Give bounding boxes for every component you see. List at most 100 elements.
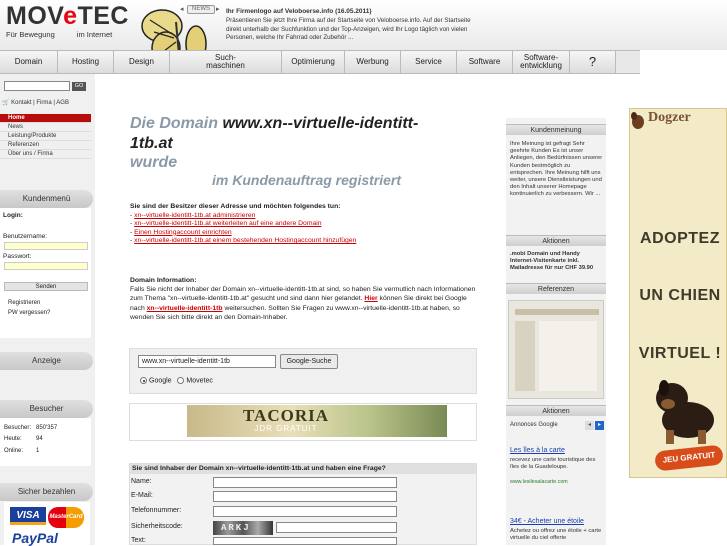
- owner-heading: Sie sind der Besitzer dieser Adresse und…: [130, 203, 341, 210]
- google-search-button[interactable]: Google-Suche: [280, 354, 338, 369]
- logo-text-right: TEC: [77, 2, 129, 30]
- captcha-label: Sicherheitscode:: [131, 523, 183, 530]
- sidebar-menu: Home News Leistung/Produkte Referenzen Ü…: [0, 114, 91, 159]
- top-links[interactable]: Kontakt | Firma | AGB: [11, 100, 69, 106]
- hier-link[interactable]: Hier: [364, 295, 377, 302]
- radio-google-label: Google: [149, 377, 172, 385]
- aktionen-heading: Aktionen: [506, 235, 606, 246]
- online-value: 1: [36, 448, 40, 454]
- dogzer-line3: VIRTUEL !: [638, 345, 722, 362]
- kundenmeinung-heading: Kundenmeinung: [506, 124, 606, 135]
- go-button[interactable]: GO: [72, 82, 86, 91]
- domain-search-link[interactable]: xn--virtuelle-identitt-1tb: [147, 305, 223, 312]
- nav-werbung[interactable]: Werbung: [345, 51, 401, 73]
- owner-link-hosting[interactable]: Einen Hostingaccount einrichten: [134, 229, 231, 236]
- password-label: Passwort:: [3, 253, 32, 260]
- online-label: Online:: [4, 448, 24, 454]
- ad1-text: recevez une carte touristique des îles d…: [510, 457, 596, 471]
- page-title: Die Domain www.xn--virtuelle-identitt-1t…: [130, 114, 460, 188]
- sidebar-item-ueber-uns[interactable]: Über uns / Firma: [0, 150, 91, 159]
- logo-subtitle-right: im Internet: [76, 30, 113, 39]
- nav-service[interactable]: Service: [401, 51, 457, 73]
- logo[interactable]: MOVeTEC Für Bewegung im Internet: [6, 4, 134, 44]
- sidebar-item-home[interactable]: Home: [0, 114, 91, 123]
- title-suffix: wurde: [130, 154, 178, 171]
- phone-label: Telefonnummer:: [131, 507, 182, 514]
- owner-link-weiterleiten[interactable]: xn--virtuelle-identitt-1tb.at weiterleit…: [134, 220, 321, 227]
- aktionen2-heading: Aktionen: [506, 405, 606, 416]
- besucher-label: Besucher:: [4, 425, 32, 431]
- dogzer-title: Dogzer: [648, 110, 691, 125]
- news-prev-arrow[interactable]: ◂: [180, 5, 184, 13]
- puppy-image: [656, 380, 714, 444]
- ad1-url[interactable]: www.lesilesalacarte.com: [510, 479, 568, 485]
- message-field[interactable]: [213, 537, 397, 545]
- heute-value: 94: [36, 436, 43, 442]
- login-box: [0, 208, 91, 338]
- password-field[interactable]: [4, 262, 88, 270]
- username-label: Benutzername:: [3, 233, 48, 240]
- phone-field[interactable]: [213, 506, 397, 517]
- nav-software[interactable]: Software: [457, 51, 513, 73]
- radio-google[interactable]: [140, 377, 147, 384]
- aktionen-text[interactable]: .mobi Domain und Handy Internet-Visitenk…: [510, 251, 604, 273]
- sidebar-item-news[interactable]: News: [0, 123, 91, 132]
- login-submit-button[interactable]: Senden: [4, 282, 88, 291]
- name-label: Name:: [131, 478, 152, 485]
- search-engine-radios: Google Movetec: [140, 377, 213, 384]
- dog-icon: [631, 112, 644, 129]
- login-label: Login:: [3, 212, 23, 219]
- sidebar-item-leistung[interactable]: Leistung/Produkte: [0, 132, 91, 141]
- main-nav: Domain Hosting Design Such- maschinen Op…: [0, 50, 640, 74]
- ad2-text: Achetez ou offrez une étoile + carte vir…: [510, 528, 602, 542]
- info-heading: Domain Information:: [130, 277, 197, 284]
- dogzer-line1: ADOPTEZ: [640, 230, 720, 247]
- ad-nav-buttons: ◂ ▸: [584, 421, 604, 430]
- ad1-title[interactable]: Les îles à la carte: [510, 447, 565, 454]
- ad-prev-button[interactable]: ◂: [585, 421, 594, 430]
- radio-movetec-label: Movetec: [186, 377, 213, 385]
- name-field[interactable]: [213, 477, 397, 488]
- cart-icon[interactable]: 🛒: [2, 100, 9, 106]
- kundenmenu-heading: Kundenmenü: [0, 190, 93, 208]
- ad-next-button[interactable]: ▸: [595, 421, 604, 430]
- sidebar-item-referenzen[interactable]: Referenzen: [0, 141, 91, 150]
- radio-movetec[interactable]: [177, 377, 185, 384]
- nav-domain[interactable]: Domain: [0, 51, 58, 73]
- captcha-field[interactable]: [276, 522, 397, 533]
- nav-help[interactable]: ?: [570, 51, 616, 73]
- heute-label: Heute:: [4, 436, 22, 442]
- logo-subtitle-left: Für Bewegung: [6, 30, 55, 39]
- forgot-password-link[interactable]: PW vergessen?: [8, 310, 50, 316]
- dogzer-line2: UN CHIEN: [639, 287, 721, 304]
- kundenmeinung-text[interactable]: Ihre Meinung ist gefragt Sehr geehrte Ku…: [510, 141, 604, 199]
- nav-optimierung[interactable]: Optimierung: [282, 51, 345, 73]
- payment-logos: VISA MasterCard PayPal: [4, 502, 90, 546]
- site-search-input[interactable]: [4, 81, 70, 91]
- text-label: Text:: [131, 537, 146, 544]
- news-next-arrow[interactable]: ▸: [216, 5, 220, 13]
- news-tab[interactable]: NEWS: [187, 5, 215, 14]
- google-search-input[interactable]: www.xn--virtuelle-identitt-1tb: [138, 355, 276, 368]
- username-field[interactable]: [4, 242, 88, 250]
- visa-logo: VISA: [10, 507, 46, 525]
- logo-text-e: e: [63, 2, 78, 30]
- owner-link-hinzufuegen[interactable]: xn--virtuelle-identitt-1tb.at einem best…: [134, 237, 356, 244]
- anzeige-heading: Anzeige: [0, 352, 93, 370]
- logo-text-left: MOV: [6, 2, 64, 30]
- nav-softwareentwicklung[interactable]: Software- entwicklung: [513, 51, 570, 73]
- register-link[interactable]: Registrieren: [8, 300, 40, 306]
- owner-link-administrieren[interactable]: xn--virtuelle-identitt-1tb.at administri…: [134, 212, 255, 219]
- email-field[interactable]: [213, 491, 397, 502]
- ad2-title[interactable]: 34€ - Acheter une étoile: [510, 518, 584, 525]
- besucher-value: 850'357: [36, 425, 58, 431]
- news-text: Präsentieren Sie jetzt Ihre Firma auf de…: [226, 17, 471, 41]
- banner-title: TACORIA: [242, 406, 330, 425]
- captcha-image: ARKJ: [213, 521, 273, 535]
- domain-information: Domain Information: Falls Sie nicht der …: [130, 276, 480, 322]
- nav-hosting[interactable]: Hosting: [58, 51, 114, 73]
- nav-suchmaschinen[interactable]: Such- maschinen: [170, 51, 282, 73]
- nav-design[interactable]: Design: [114, 51, 170, 73]
- referenz-thumbnail[interactable]: [508, 300, 604, 399]
- news-title[interactable]: Ihr Firmenlogo auf Veloboerse.info (16.0…: [226, 8, 372, 15]
